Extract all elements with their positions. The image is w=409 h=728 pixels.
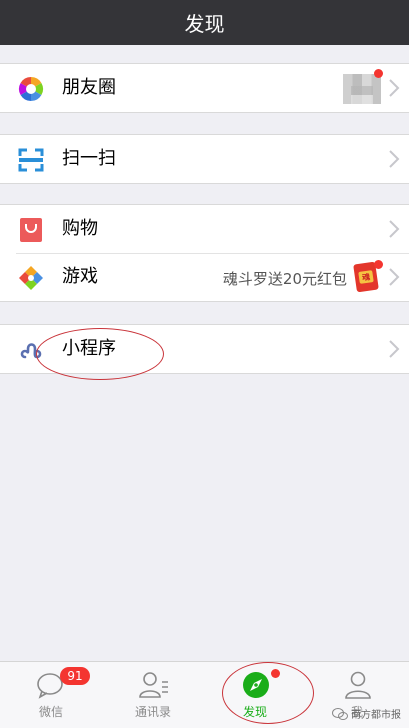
shopping-icon [18, 217, 44, 243]
cell-scan-label: 扫一扫 [62, 148, 116, 169]
person-icon [345, 671, 371, 699]
tab-chats-label: 微信 [38, 705, 63, 719]
discover-new-dot [271, 669, 280, 678]
cell-games-label: 游戏 [62, 266, 98, 287]
chevron-right-icon [389, 150, 400, 168]
tab-contacts-label: 通讯录 [134, 705, 171, 719]
page-title: 发现 [184, 12, 225, 36]
compass-icon [243, 672, 269, 698]
group-scan: 扫一扫 [0, 134, 409, 184]
games-new-dot [374, 260, 383, 269]
cell-mini-program[interactable]: 小程序 [0, 325, 409, 373]
cell-games[interactable]: 游戏 魂斗罗送20元红包 魂 [0, 253, 409, 301]
tab-contacts[interactable]: 通讯录 [102, 662, 204, 728]
group-shopping-games: 购物 游戏 魂斗罗送20元红包 魂 [0, 204, 409, 302]
chevron-right-icon [389, 268, 400, 286]
cell-shopping[interactable]: 购物 [0, 205, 409, 253]
group-moments: 朋友圈 [0, 63, 409, 113]
cell-moments[interactable]: 朋友圈 [0, 64, 409, 112]
watermark: 南方都市报 [332, 706, 401, 721]
tab-chats[interactable]: 91 微信 [0, 662, 102, 728]
cell-moments-label: 朋友圈 [62, 77, 116, 98]
chevron-right-icon [389, 340, 400, 358]
group-mini-program: 小程序 [0, 324, 409, 374]
cell-shopping-label: 购物 [62, 218, 98, 239]
cell-mini-program-label: 小程序 [62, 338, 116, 359]
games-promo-text: 魂斗罗送20元红包 [222, 270, 347, 288]
cell-scan[interactable]: 扫一扫 [0, 135, 409, 183]
watermark-text: 南方都市报 [351, 710, 401, 721]
chevron-right-icon [389, 220, 400, 238]
games-icon [18, 265, 44, 291]
chevron-right-icon [389, 79, 400, 97]
moments-thumbnail [343, 74, 381, 104]
unread-badge: 91 [60, 667, 90, 685]
tab-discover[interactable]: 发现 [204, 662, 306, 728]
wechat-logo-icon [332, 707, 348, 720]
tab-discover-label: 发现 [242, 705, 267, 719]
contacts-icon [139, 672, 168, 698]
nav-bar: 发现 [0, 0, 409, 45]
moments-icon [18, 76, 44, 102]
moments-new-dot [374, 69, 383, 78]
mini-program-icon [18, 337, 44, 363]
scan-icon [18, 147, 44, 173]
